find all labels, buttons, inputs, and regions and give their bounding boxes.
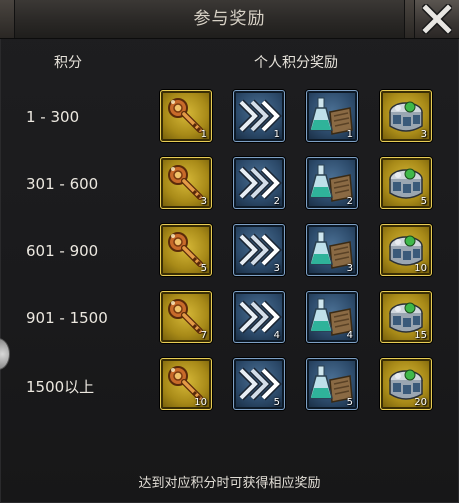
reward-row: 1500以上 10 5 5 20 [0, 358, 459, 416]
reward-slot-key[interactable]: 3 [160, 157, 212, 209]
points-range: 1 - 300 [26, 108, 80, 126]
item-count: 4 [273, 330, 280, 341]
reward-slot-crate[interactable]: 3 [380, 90, 432, 142]
footer-hint: 达到对应积分时可获得相应奖励 [138, 476, 321, 491]
reward-slot-key[interactable]: 1 [160, 90, 212, 142]
item-count: 5 [346, 397, 353, 408]
reward-slot-crate[interactable]: 15 [380, 291, 432, 343]
title-bar: 参与奖励 [0, 0, 459, 39]
points-column-header: 积分 [54, 55, 82, 71]
points-range: 901 - 1500 [26, 309, 108, 327]
points-range: 601 - 900 [26, 242, 99, 260]
item-count: 1 [346, 129, 353, 140]
reward-row: 901 - 1500 7 4 4 15 [0, 291, 459, 349]
reward-slot-key[interactable]: 5 [160, 224, 212, 276]
item-count: 3 [273, 263, 280, 274]
points-range: 301 - 600 [26, 175, 99, 193]
reward-row: 301 - 600 3 2 2 5 [0, 157, 459, 215]
item-count: 10 [414, 263, 427, 274]
reward-slot-arrows[interactable]: 3 [233, 224, 285, 276]
reward-slot-arrows[interactable]: 2 [233, 157, 285, 209]
item-count: 5 [273, 397, 280, 408]
reward-row: 601 - 900 5 3 3 10 [0, 224, 459, 282]
item-count: 10 [194, 397, 207, 408]
reward-slot-key[interactable]: 7 [160, 291, 212, 343]
item-count: 3 [346, 263, 353, 274]
reward-slot-arrows[interactable]: 1 [233, 90, 285, 142]
reward-slot-potion[interactable]: 2 [306, 157, 358, 209]
item-count: 7 [200, 330, 207, 341]
item-count: 3 [200, 196, 207, 207]
item-count: 2 [273, 196, 280, 207]
close-button[interactable] [414, 0, 459, 38]
item-count: 1 [200, 129, 207, 140]
reward-slot-arrows[interactable]: 4 [233, 291, 285, 343]
reward-slot-crate[interactable]: 20 [380, 358, 432, 410]
item-count: 5 [420, 196, 427, 207]
item-count: 20 [414, 397, 427, 408]
reward-row: 1 - 300 1 1 1 3 [0, 90, 459, 148]
reward-slot-potion[interactable]: 5 [306, 358, 358, 410]
rewards-column-header: 个人积分奖励 [254, 55, 338, 71]
item-count: 4 [346, 330, 353, 341]
reward-slot-arrows[interactable]: 5 [233, 358, 285, 410]
item-count: 3 [420, 129, 427, 140]
reward-slot-crate[interactable]: 5 [380, 157, 432, 209]
reward-slot-potion[interactable]: 4 [306, 291, 358, 343]
reward-slot-potion[interactable]: 3 [306, 224, 358, 276]
item-count: 5 [200, 263, 207, 274]
item-count: 2 [346, 196, 353, 207]
reward-panel: 参与奖励 积分 个人积分奖励 1 - 300 1 1 1 3 301 - 600… [0, 0, 459, 503]
reward-slot-key[interactable]: 10 [160, 358, 212, 410]
close-icon [422, 4, 452, 34]
item-count: 1 [273, 129, 280, 140]
reward-slot-crate[interactable]: 10 [380, 224, 432, 276]
points-range: 1500以上 [26, 378, 95, 396]
reward-slot-potion[interactable]: 1 [306, 90, 358, 142]
item-count: 15 [414, 330, 427, 341]
window-title: 参与奖励 [193, 9, 266, 29]
